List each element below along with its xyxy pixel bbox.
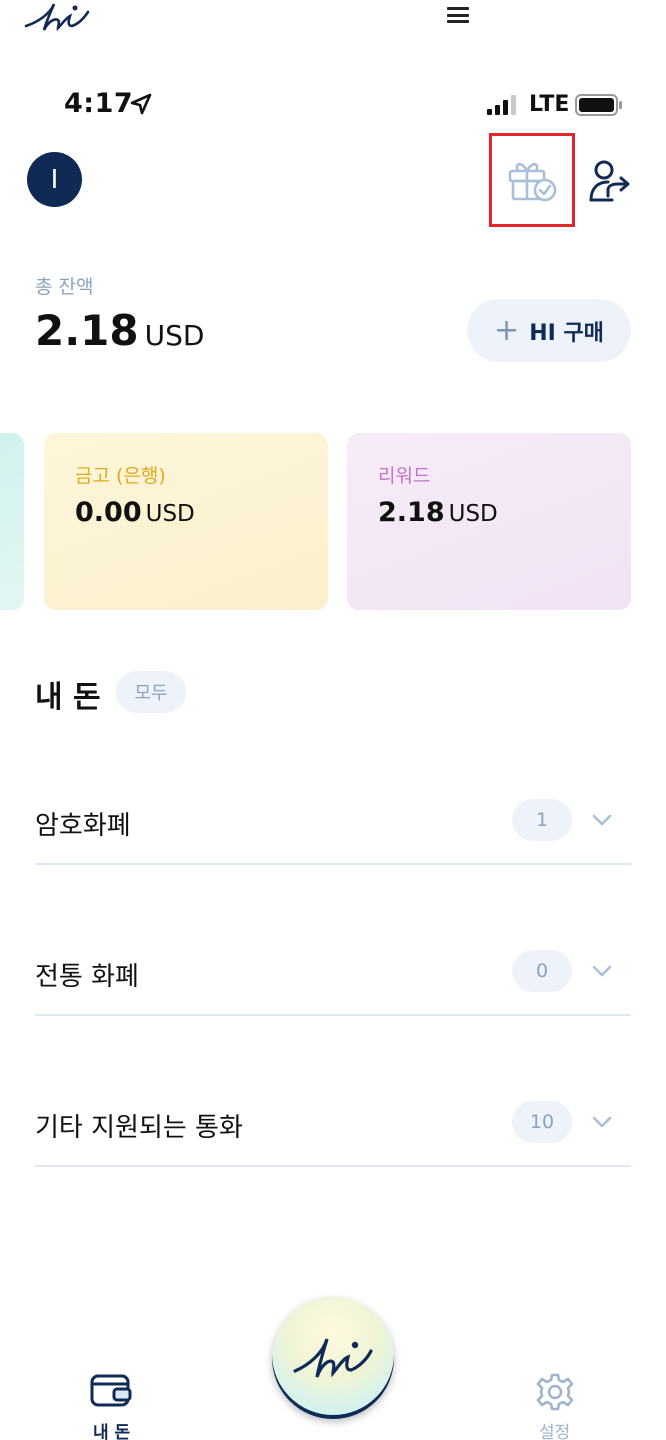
- location-arrow-icon: [130, 93, 152, 115]
- row-count-badge: 10: [512, 1101, 572, 1143]
- hamburger-menu-icon[interactable]: [447, 7, 469, 23]
- wallet-icon[interactable]: [90, 1372, 132, 1408]
- row-label: 전통 화폐: [35, 962, 139, 992]
- nav-settings-label[interactable]: 설정: [539, 1418, 570, 1440]
- row-label: 기타 지원되는 통화: [35, 1113, 243, 1143]
- network-type: LTE: [529, 92, 570, 117]
- fiat-row[interactable]: 전통 화폐 0: [35, 936, 631, 1016]
- other-currencies-row[interactable]: 기타 지원되는 통화 10: [35, 1087, 631, 1167]
- buy-hi-label: HI 구매: [529, 320, 604, 346]
- reward-card[interactable]: 리워드 2.18 USD: [347, 433, 631, 610]
- row-count-badge: 0: [512, 950, 572, 992]
- chevron-down-icon[interactable]: [591, 960, 613, 982]
- plus-icon: +: [494, 313, 520, 348]
- hi-logo-icon[interactable]: [24, 0, 90, 34]
- battery-icon: [575, 94, 622, 116]
- gear-icon[interactable]: [535, 1372, 575, 1412]
- signal-bars-icon: [487, 95, 516, 115]
- hi-home-button[interactable]: [272, 1297, 394, 1419]
- total-balance-amount: 2.18 USD: [35, 306, 204, 355]
- balance-unit: USD: [144, 319, 205, 352]
- status-time: 4:17: [64, 88, 134, 119]
- vault-card-title: 금고 (은행): [75, 465, 166, 487]
- gift-check-icon: [508, 162, 557, 202]
- avatar[interactable]: I: [27, 152, 82, 207]
- row-count-badge: 1: [512, 799, 572, 841]
- balance-value: 2.18: [35, 306, 139, 355]
- my-money-title: 내 돈: [35, 680, 101, 715]
- nav-my-money-label[interactable]: 내 돈: [93, 1418, 130, 1440]
- gift-button[interactable]: [489, 133, 575, 227]
- crypto-row[interactable]: 암호화폐 1: [35, 785, 631, 865]
- reward-card-amount: 2.18 USD: [378, 497, 498, 528]
- vault-card[interactable]: 금고 (은행) 0.00 USD: [44, 433, 328, 610]
- buy-hi-button[interactable]: + HI 구매: [467, 299, 631, 362]
- chevron-down-icon[interactable]: [591, 809, 613, 831]
- total-balance-label: 총 잔액: [35, 276, 94, 298]
- wallet-card-partial[interactable]: [0, 433, 24, 610]
- user-share-icon[interactable]: [588, 158, 634, 204]
- row-label: 암호화폐: [35, 811, 131, 841]
- chevron-down-icon[interactable]: [591, 1111, 613, 1133]
- filter-all-chip[interactable]: 모두: [116, 671, 186, 713]
- hi-logo-icon: [293, 1338, 373, 1378]
- reward-card-title: 리워드: [378, 465, 431, 487]
- vault-card-amount: 0.00 USD: [75, 497, 195, 528]
